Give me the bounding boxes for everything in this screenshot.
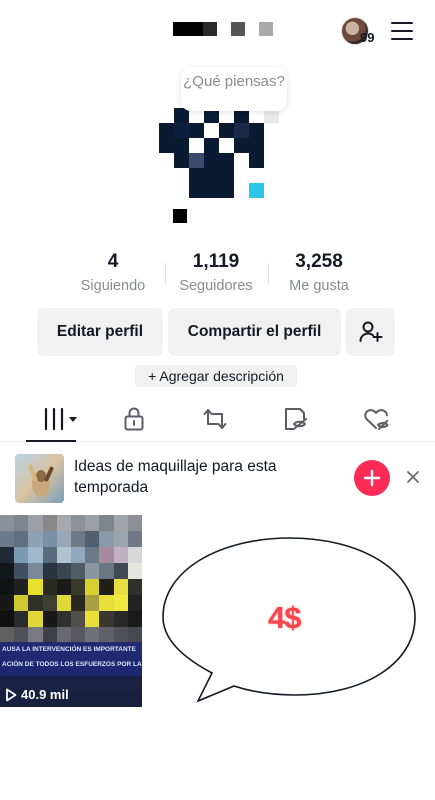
username-censored[interactable] xyxy=(173,22,273,36)
eye-off-icon xyxy=(285,408,307,430)
add-user-icon xyxy=(359,321,382,342)
add-friend-button[interactable] xyxy=(346,308,395,356)
handle-censored xyxy=(173,209,187,223)
play-icon xyxy=(6,688,17,701)
stat-label: Seguidores xyxy=(179,278,253,294)
top-bar: 99 xyxy=(0,0,435,60)
video-caption: AUSA LA INTERVENCIÓN ES IMPORTANTE ACIÓN… xyxy=(0,642,142,676)
avatar[interactable] xyxy=(159,108,279,198)
liked-icon xyxy=(364,409,389,430)
price-text: 4$ xyxy=(268,600,301,635)
profile-stats: 4 Siguiendo 1,119 Seguidores 3,258 Me gu… xyxy=(0,250,435,298)
banner-thumbnail xyxy=(15,454,64,503)
share-profile-button[interactable]: Compartir el perfil xyxy=(168,308,341,356)
add-suggestion-button[interactable] xyxy=(354,460,390,496)
close-banner-button[interactable] xyxy=(405,469,421,485)
views-count: 40.9 mil xyxy=(21,687,69,702)
active-tab-indicator xyxy=(26,440,76,442)
stat-value: 4 xyxy=(107,251,119,272)
stat-following[interactable]: 4 Siguiendo xyxy=(58,250,168,294)
plus-icon xyxy=(363,469,381,487)
suggestion-banner[interactable]: Ideas de maquillaje para esta temporada xyxy=(0,450,435,506)
menu-icon[interactable] xyxy=(391,22,413,41)
video-mosaic xyxy=(0,515,142,707)
repost-icon xyxy=(203,409,227,429)
video-caption-line: AUSA LA INTERVENCIÓN ES IMPORTANTE xyxy=(2,646,136,653)
video-thumbnail[interactable]: AUSA LA INTERVENCIÓN ES IMPORTANTE ACIÓN… xyxy=(0,515,142,707)
lock-icon xyxy=(124,407,144,431)
edit-profile-button[interactable]: Editar perfil xyxy=(37,308,163,356)
banner-thumbnail-art xyxy=(28,464,54,497)
stat-value: 3,258 xyxy=(295,251,343,272)
stat-label: Siguiendo xyxy=(80,278,146,294)
note-bubble[interactable]: ¿Qué piensas? xyxy=(181,67,287,111)
grid-icon xyxy=(44,407,77,431)
add-description-button[interactable]: + Agregar descripción xyxy=(135,365,297,387)
stat-value: 1,119 xyxy=(192,251,240,272)
stat-likes[interactable]: 3,258 Me gusta xyxy=(264,250,374,294)
close-icon xyxy=(407,471,419,483)
tab-reposts[interactable] xyxy=(195,404,235,434)
profile-tabs xyxy=(0,396,435,442)
friends-badge-count: 99 xyxy=(360,30,375,45)
banner-text: Ideas de maquillaje para esta temporada xyxy=(74,458,277,496)
tab-liked[interactable] xyxy=(357,404,397,434)
video-caption-line: ACIÓN DE TODOS LOS ESFUERZOS POR LA LIB xyxy=(2,661,142,668)
video-views: 40.9 mil xyxy=(5,687,69,702)
tab-private[interactable] xyxy=(114,404,154,434)
tab-hidden[interactable] xyxy=(276,404,316,434)
stat-followers[interactable]: 1,119 Seguidores xyxy=(161,250,271,294)
stat-label: Me gusta xyxy=(289,278,349,294)
tab-videos[interactable] xyxy=(38,404,82,434)
